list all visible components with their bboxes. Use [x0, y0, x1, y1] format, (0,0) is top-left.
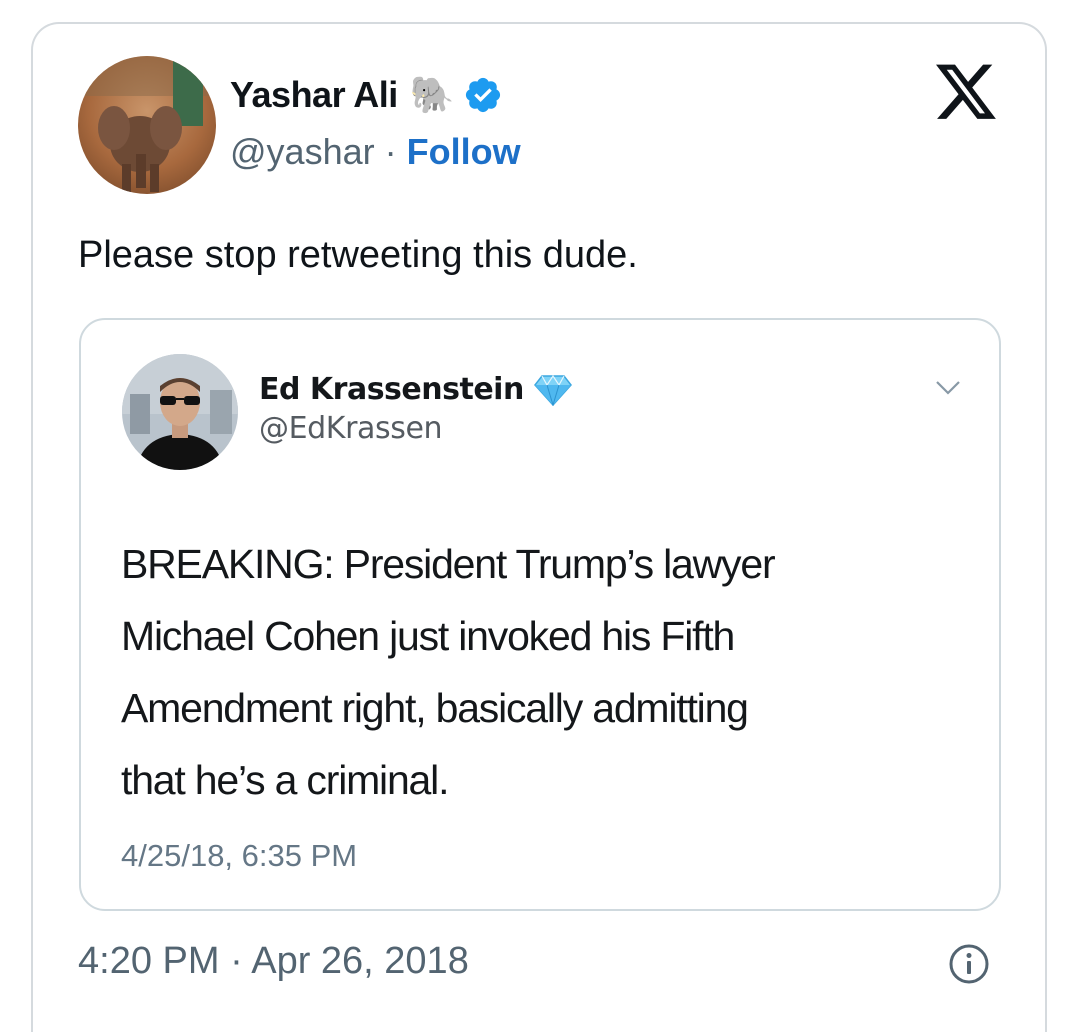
author-name-row: Yashar Ali 🐘 [230, 74, 503, 116]
verified-badge-icon[interactable] [463, 75, 503, 115]
tweet-text: Please stop retweeting this dude. [78, 234, 638, 276]
separator-dot: · [230, 940, 243, 982]
quoted-text-line: that he’s a criminal. [121, 757, 449, 803]
separator-dot: · [384, 131, 397, 172]
quoted-author-name[interactable]: Ed Krassenstein [259, 372, 524, 407]
quoted-tweet[interactable]: Ed Krassenstein @EdKrassen BREAKING: Pre… [79, 318, 1001, 911]
diamond-icon [533, 374, 572, 406]
tweet-date: Apr 26, 2018 [251, 940, 469, 982]
quoted-text-line: Amendment right, basically admitting [121, 685, 749, 731]
quoted-text-line: BREAKING: President Trump’s lawyer [121, 541, 776, 587]
author-avatar[interactable] [78, 56, 216, 194]
info-icon[interactable] [948, 943, 990, 985]
author-name[interactable]: Yashar Ali [230, 74, 398, 116]
chevron-down-icon[interactable] [935, 380, 961, 396]
tweet-time: 4:20 PM [78, 940, 220, 982]
quoted-timestamp: 4/25/18, 6:35 PM [121, 838, 358, 873]
quoted-author-avatar[interactable] [122, 354, 238, 470]
follow-button[interactable]: Follow [407, 131, 521, 173]
author-handle-row: @yashar · Follow [230, 131, 521, 173]
author-handle[interactable]: @yashar [230, 131, 375, 173]
author-emoji: 🐘 [409, 74, 455, 115]
quoted-author-handle[interactable]: @EdKrassen [259, 411, 443, 446]
quoted-name-row: Ed Krassenstein [259, 372, 572, 407]
quoted-tweet-text: BREAKING: President Trump’s lawyer Micha… [121, 528, 961, 816]
x-logo-icon[interactable] [936, 64, 998, 122]
quoted-text-line: Michael Cohen just invoked his Fifth [121, 613, 735, 659]
tweet-timestamp[interactable]: 4:20 PM · Apr 26, 2018 [78, 940, 469, 983]
